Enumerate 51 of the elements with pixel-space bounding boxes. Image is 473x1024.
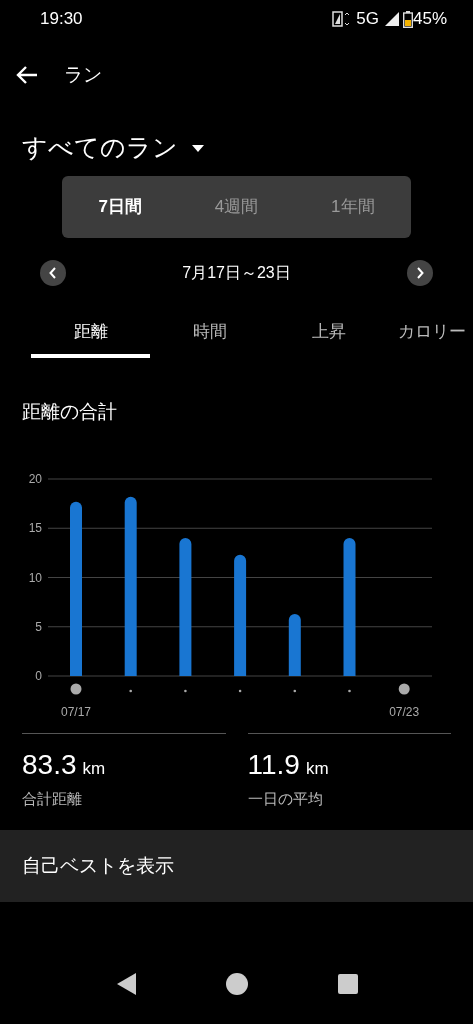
signal-icon — [384, 12, 399, 26]
chevron-icon — [49, 267, 57, 279]
date-dot — [129, 689, 132, 692]
network-label: 5G — [356, 8, 379, 31]
data-saver-icon — [332, 11, 351, 27]
y-axis-label: 5 — [35, 619, 42, 634]
dropdown-caret-icon — [192, 144, 204, 152]
period-tab[interactable]: 1年間 — [294, 176, 411, 238]
next-week-button[interactable] — [407, 260, 433, 286]
status-time: 19:30 — [40, 8, 83, 31]
circle-icon — [225, 973, 248, 995]
x-axis-label: 07/17 — [61, 704, 91, 719]
stat-value: 11.9 — [247, 747, 300, 782]
battery-percent: 45% — [412, 8, 447, 31]
y-axis-label: 0 — [35, 668, 42, 683]
personal-best-button[interactable]: 自己ベストを表示 — [0, 830, 473, 902]
battery-icon — [402, 10, 413, 28]
period-tab[interactable]: 7日間 — [62, 176, 179, 238]
back-arrow-icon — [15, 65, 39, 85]
metric-tab[interactable]: 時間 — [150, 310, 269, 358]
chevron-icon — [416, 267, 424, 279]
date-range: 7月17日～23日 — [182, 263, 291, 283]
page-title: ラン — [64, 62, 102, 87]
recents-nav-button[interactable] — [337, 974, 358, 994]
bar — [288, 613, 301, 676]
date-dot — [293, 689, 297, 692]
period-tab[interactable]: 4週間 — [178, 176, 295, 238]
section-title: 距離の合計 — [22, 400, 118, 424]
run-filter-dropdown[interactable]: すべてのラン — [22, 126, 204, 170]
date-dot — [70, 683, 82, 694]
date-dot — [238, 689, 242, 692]
date-dot — [184, 689, 187, 692]
date-dot — [398, 683, 410, 694]
home-nav-button[interactable] — [225, 973, 248, 995]
square-icon — [337, 974, 358, 994]
y-axis-label: 10 — [28, 570, 42, 584]
stat-unit: km — [82, 757, 106, 780]
y-axis-label: 15 — [28, 520, 42, 535]
stat-value: 83.3 — [22, 747, 77, 782]
metric-tab[interactable]: 距離 — [31, 310, 150, 358]
y-axis-label: 20 — [28, 471, 42, 486]
x-axis-label: 07/23 — [389, 704, 420, 719]
metric-tab[interactable]: カロリー — [388, 310, 468, 358]
date-dot — [348, 689, 351, 692]
stat-label: 一日の平均 — [247, 788, 324, 809]
back-nav-button[interactable] — [115, 973, 136, 995]
metric-tab[interactable]: 上昇 — [269, 310, 388, 358]
stat-label: 合計距離 — [22, 788, 83, 809]
triangle-icon — [115, 973, 136, 995]
stat-unit: km — [305, 757, 329, 780]
previous-week-button[interactable] — [40, 260, 66, 286]
